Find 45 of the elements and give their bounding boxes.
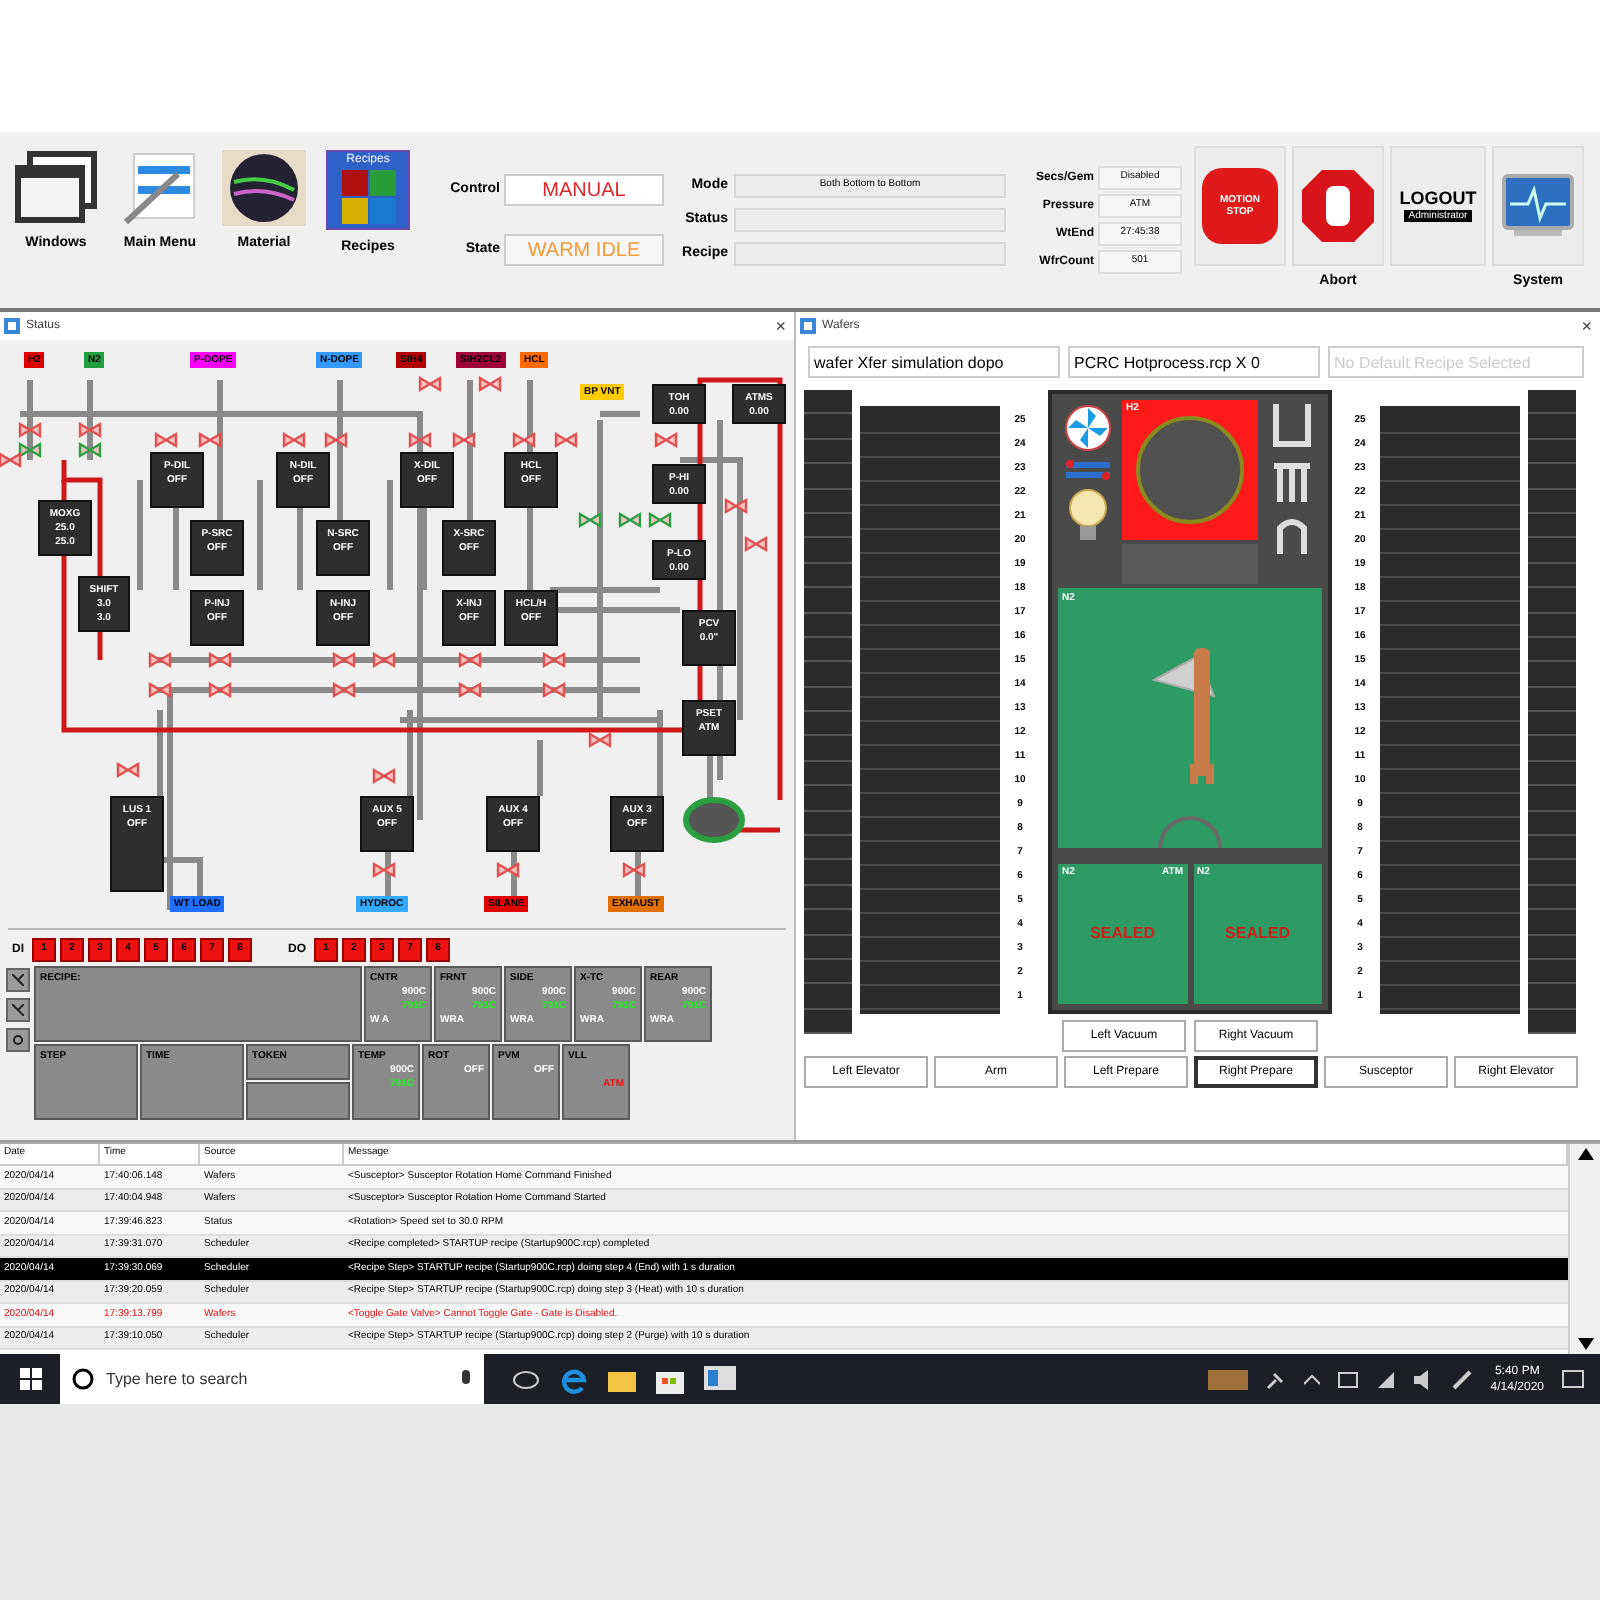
- pin-icon[interactable]: [1266, 1369, 1287, 1389]
- abort-button[interactable]: [1292, 146, 1384, 267]
- tool-icon: [12, 1004, 24, 1016]
- token-value-panel: [246, 1082, 350, 1120]
- system-button[interactable]: [1492, 146, 1584, 267]
- microphone-icon: [460, 1369, 472, 1389]
- close-button[interactable]: ×: [1577, 317, 1596, 335]
- chevron-up-icon[interactable]: [1304, 1373, 1321, 1385]
- scroll-up-icon: [1577, 1148, 1593, 1160]
- end-effector-icon: [1270, 404, 1314, 452]
- recipe-field[interactable]: PCRC Hotprocess.rcp X 0: [1068, 346, 1320, 378]
- slider-icon: [1064, 458, 1112, 482]
- windows-logo-icon: [19, 1368, 41, 1390]
- search-field[interactable]: Type here to search: [60, 1354, 484, 1404]
- windows-icon: [14, 150, 98, 226]
- wifi-icon[interactable]: [1376, 1369, 1397, 1389]
- susceptor-wafer: [1136, 416, 1244, 524]
- notification-icon[interactable]: [1562, 1369, 1584, 1389]
- browser-icon[interactable]: [560, 1365, 588, 1393]
- circle-icon: [72, 1368, 94, 1390]
- port-ring: [1158, 816, 1222, 848]
- battery-icon[interactable]: [1338, 1371, 1359, 1387]
- hand-stop-icon: [1300, 168, 1376, 245]
- side-tool-button[interactable]: [6, 1028, 30, 1052]
- fan-icon: [1064, 404, 1112, 452]
- tray-app-icon[interactable]: [1208, 1369, 1249, 1389]
- control-value: MANUAL: [504, 174, 664, 206]
- scrollbar[interactable]: [1568, 1144, 1600, 1354]
- monitor-pulse-icon: [1502, 174, 1574, 239]
- side-tool-button[interactable]: [6, 968, 30, 992]
- state-value: WARM IDLE: [504, 234, 664, 266]
- pen-icon[interactable]: [1452, 1369, 1473, 1389]
- app-window-icon[interactable]: [704, 1365, 736, 1393]
- scroll-down-icon: [1577, 1338, 1593, 1350]
- search-icon: [12, 1034, 24, 1046]
- close-button[interactable]: ×: [771, 317, 790, 335]
- search-input[interactable]: Type here to search: [106, 1367, 448, 1391]
- folder-icon[interactable]: [608, 1367, 636, 1391]
- recipe-field[interactable]: wafer Xfer simulation dopo: [808, 346, 1060, 378]
- tool-icon: [12, 974, 24, 986]
- wafer-icon: [222, 150, 306, 226]
- task-view-icon[interactable]: [512, 1369, 540, 1389]
- light-bulb-icon: [1068, 488, 1108, 544]
- side-tool-button[interactable]: [6, 998, 30, 1022]
- fork-icon: [1270, 460, 1314, 504]
